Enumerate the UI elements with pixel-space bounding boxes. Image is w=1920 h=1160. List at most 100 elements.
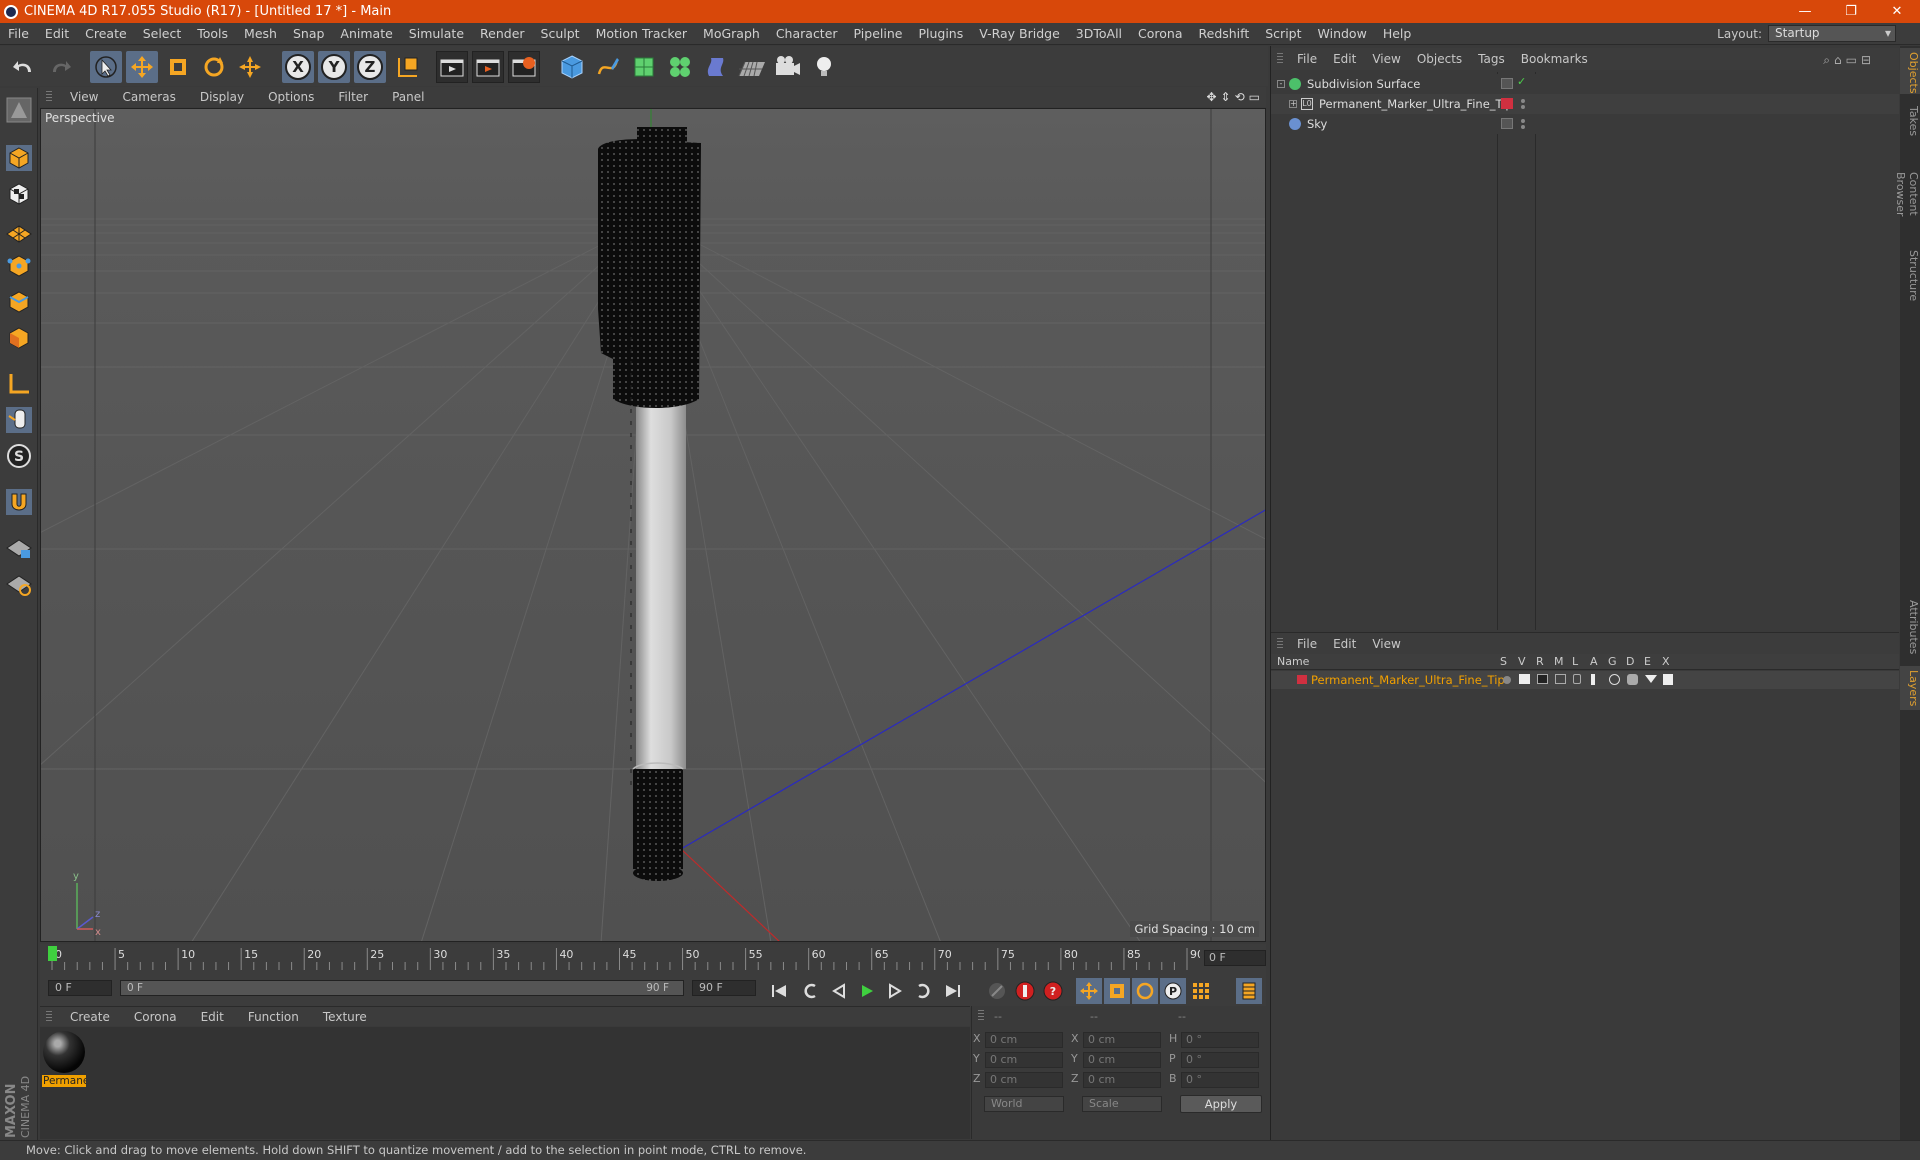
layer-col-deformers[interactable]: D (1626, 655, 1634, 668)
tab-attributes[interactable]: Attributes (1900, 594, 1920, 660)
polygons-mode-icon[interactable] (3, 322, 35, 354)
collapse-icon[interactable]: ▭ (1846, 53, 1857, 68)
menu-corona[interactable]: Corona (1130, 26, 1190, 41)
cloner-icon[interactable] (664, 51, 696, 83)
coordinate-system-icon[interactable] (392, 51, 424, 83)
size-x-field[interactable]: 0 cm (1083, 1032, 1161, 1048)
layer-row[interactable]: Permanent_Marker_Ultra_Fine_Tip (1271, 671, 1899, 689)
render-picture-viewer-icon[interactable] (472, 51, 504, 83)
perspective-viewport[interactable]: y z x Perspective Grid Spacing : 10 cm (40, 108, 1266, 942)
enabled-checkmark-icon[interactable]: ✓ (1517, 75, 1526, 88)
viewport-menu-options[interactable]: Options (256, 90, 326, 104)
menu-tools[interactable]: Tools (189, 26, 236, 41)
home-icon[interactable]: ⌂ (1834, 53, 1842, 68)
menu-3dtoall[interactable]: 3DToAll (1068, 26, 1130, 41)
layer-manager-icon[interactable] (1555, 674, 1566, 684)
layer-expression-icon[interactable] (1645, 675, 1657, 683)
layer-col-animation[interactable]: A (1590, 655, 1598, 668)
menu-select[interactable]: Select (135, 26, 190, 41)
workplane-rotate-icon[interactable] (3, 568, 35, 600)
subdivision-surface-icon[interactable] (628, 51, 660, 83)
render-visibility-dot[interactable] (1521, 125, 1525, 129)
object-menu-tags[interactable]: Tags (1470, 52, 1513, 66)
size-y-field[interactable]: 0 cm (1083, 1052, 1161, 1068)
next-frame-icon[interactable] (882, 978, 908, 1004)
panel-grip-icon[interactable] (1277, 53, 1283, 65)
floor-icon[interactable] (736, 51, 768, 83)
tab-content-browser[interactable]: Content Browser (1894, 146, 1920, 242)
material-menu-create[interactable]: Create (58, 1010, 122, 1024)
layer-deformer-icon[interactable] (1627, 674, 1638, 685)
undo-icon[interactable] (8, 51, 40, 83)
snap-magnet-icon[interactable] (3, 486, 35, 518)
panel-grip-icon[interactable] (1277, 637, 1283, 650)
make-editable-icon[interactable] (3, 94, 35, 126)
redo-icon[interactable] (44, 51, 76, 83)
workplane-lock-icon[interactable] (3, 532, 35, 564)
menu-pipeline[interactable]: Pipeline (846, 26, 911, 41)
layer-col-solo[interactable]: S (1500, 655, 1507, 668)
menu-mograph[interactable]: MoGraph (695, 26, 768, 41)
close-button[interactable]: ✕ (1874, 0, 1920, 23)
layer-menu-edit[interactable]: Edit (1325, 637, 1364, 651)
light-icon[interactable] (808, 51, 840, 83)
layer-generator-icon[interactable] (1609, 674, 1620, 685)
playhead-marker[interactable] (48, 946, 57, 961)
collapse-toggle-icon[interactable]: - (1277, 80, 1285, 88)
layer-view-icon[interactable] (1519, 674, 1530, 684)
record-keyframe-icon[interactable] (1012, 978, 1038, 1004)
material-thumbnail[interactable]: Permanent (42, 1029, 86, 1089)
viewport-menu-cameras[interactable]: Cameras (110, 90, 187, 104)
maximize-panel-icon[interactable]: ⊟ (1861, 53, 1871, 68)
model-mode-icon[interactable] (3, 142, 35, 174)
live-selection-icon[interactable] (234, 51, 266, 83)
object-row-sky[interactable]: Sky (1271, 114, 1899, 134)
y-axis-lock-button[interactable]: Y (318, 51, 350, 83)
tab-objects[interactable]: Objects (1900, 48, 1920, 94)
editor-visibility-dot[interactable] (1521, 99, 1525, 103)
menu-sculpt[interactable]: Sculpt (533, 26, 588, 41)
solo-mode-icon[interactable]: S (3, 440, 35, 472)
pen-spline-icon[interactable] (592, 51, 624, 83)
points-mode-icon[interactable] (3, 250, 35, 282)
move-tool-icon[interactable] (126, 51, 158, 83)
next-key-icon[interactable] (910, 978, 936, 1004)
orbit-view-icon[interactable]: ⟲ (1235, 90, 1245, 104)
workplane-mode-icon[interactable] (3, 214, 35, 246)
edges-mode-icon[interactable] (3, 286, 35, 318)
tab-layers[interactable]: Layers (1900, 666, 1920, 710)
menu-render[interactable]: Render (472, 26, 533, 41)
layer-solo-icon[interactable] (1503, 676, 1511, 684)
viewport-menu-panel[interactable]: Panel (380, 90, 436, 104)
restore-button[interactable]: ❐ (1828, 0, 1874, 23)
layer-col-locked[interactable]: L (1572, 655, 1578, 668)
panel-grip-icon[interactable] (46, 91, 52, 103)
viewport-menu-view[interactable]: View (58, 90, 110, 104)
position-x-field[interactable]: 0 cm (985, 1032, 1063, 1048)
position-z-field[interactable]: 0 cm (985, 1072, 1063, 1088)
go-to-start-icon[interactable] (766, 978, 792, 1004)
lock-icon[interactable] (1573, 674, 1581, 684)
key-point-level-icon[interactable] (1188, 978, 1214, 1004)
range-slider[interactable]: 0 F 90 F (120, 980, 684, 996)
layer-xref-icon[interactable] (1663, 674, 1673, 685)
editor-visibility-dot[interactable] (1521, 119, 1525, 123)
render-visibility-dot[interactable] (1521, 105, 1525, 109)
key-rotation-icon[interactable] (1132, 978, 1158, 1004)
go-to-end-icon[interactable] (940, 978, 966, 1004)
render-view-icon[interactable] (436, 51, 468, 83)
start-frame-field[interactable]: 0 F (48, 980, 112, 996)
axis-mode-icon[interactable] (3, 368, 35, 400)
autokey-icon[interactable]: ? (1040, 978, 1066, 1004)
previous-key-icon[interactable] (798, 978, 824, 1004)
search-icon[interactable]: ⌕ (1823, 53, 1830, 68)
size-z-field[interactable]: 0 cm (1083, 1072, 1161, 1088)
minimize-button[interactable]: — (1782, 0, 1828, 23)
material-menu-corona[interactable]: Corona (122, 1010, 189, 1024)
object-menu-file[interactable]: File (1289, 52, 1325, 66)
x-axis-lock-button[interactable]: X (282, 51, 314, 83)
panel-grip-icon[interactable] (46, 1010, 52, 1023)
object-menu-objects[interactable]: Objects (1409, 52, 1470, 66)
layer-color-swatch-icon[interactable] (1297, 675, 1307, 684)
menu-help[interactable]: Help (1375, 26, 1420, 41)
